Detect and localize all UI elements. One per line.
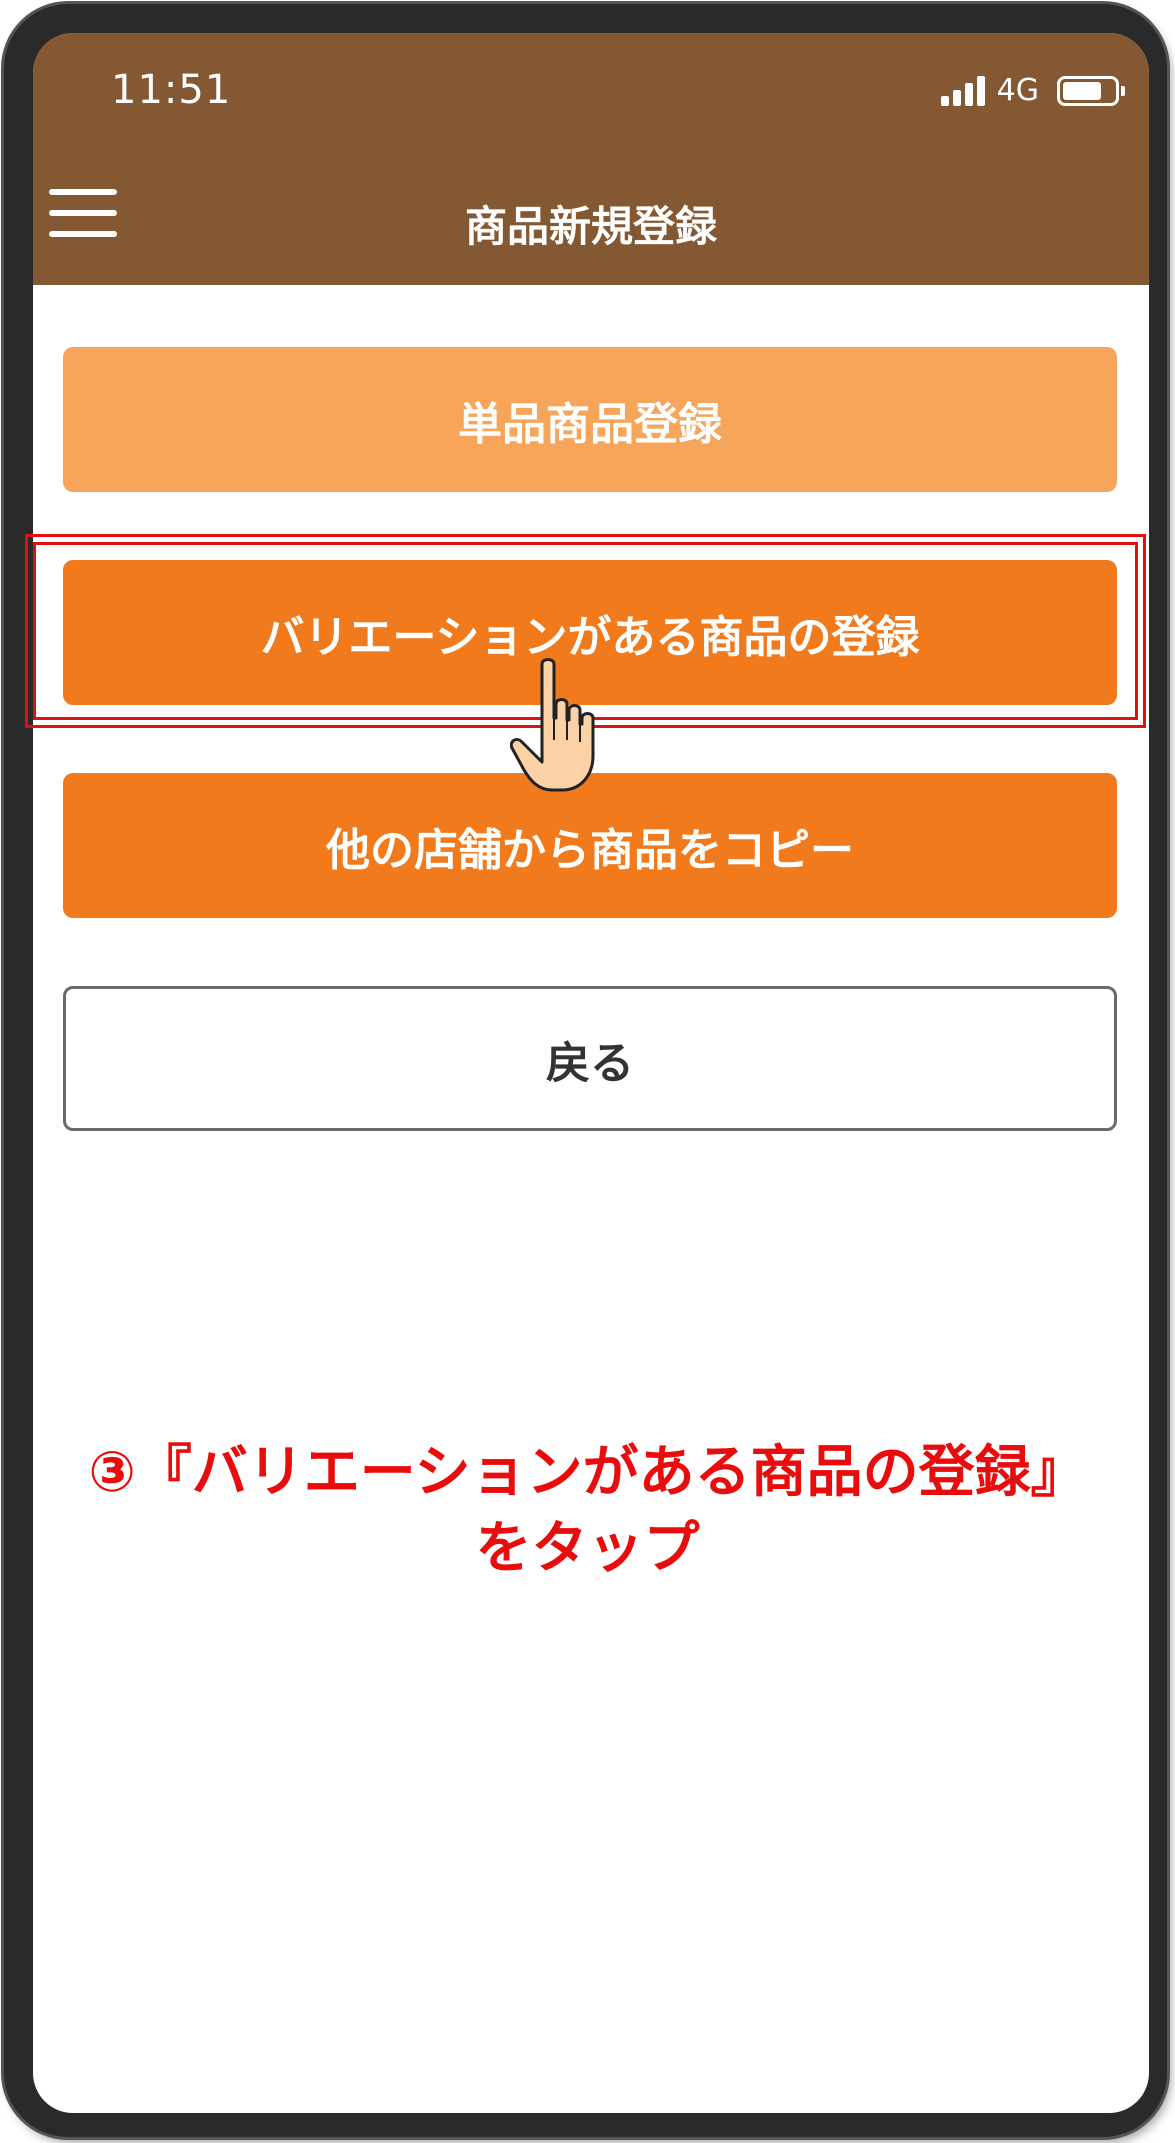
instruction-line-2: をタップ <box>475 1516 700 1581</box>
phone-frame: 11:51 4G 商品新規登録 単品商品登録 バリエーションがある商品の登録 他 <box>4 4 1167 2137</box>
page-title: 商品新規登録 <box>464 202 717 251</box>
instruction-line-1: ③『バリエーションがある商品の登録』 <box>88 1440 1087 1505</box>
network-type: 4G <box>996 73 1039 108</box>
status-indicators: 4G <box>940 73 1125 108</box>
back-button[interactable]: 戻る <box>63 986 1117 1131</box>
signal-strength-icon <box>940 75 985 106</box>
pointing-hand-icon <box>510 658 595 792</box>
app-header: 11:51 4G 商品新規登録 <box>33 33 1149 285</box>
single-product-register-button[interactable]: 単品商品登録 <box>63 347 1117 492</box>
phone-screen: 11:51 4G 商品新規登録 単品商品登録 バリエーションがある商品の登録 他 <box>33 33 1149 2113</box>
battery-icon <box>1057 75 1125 106</box>
status-time: 11:51 <box>111 67 232 113</box>
instruction-text: ③『バリエーションがある商品の登録』 をタップ <box>0 1435 1175 1587</box>
